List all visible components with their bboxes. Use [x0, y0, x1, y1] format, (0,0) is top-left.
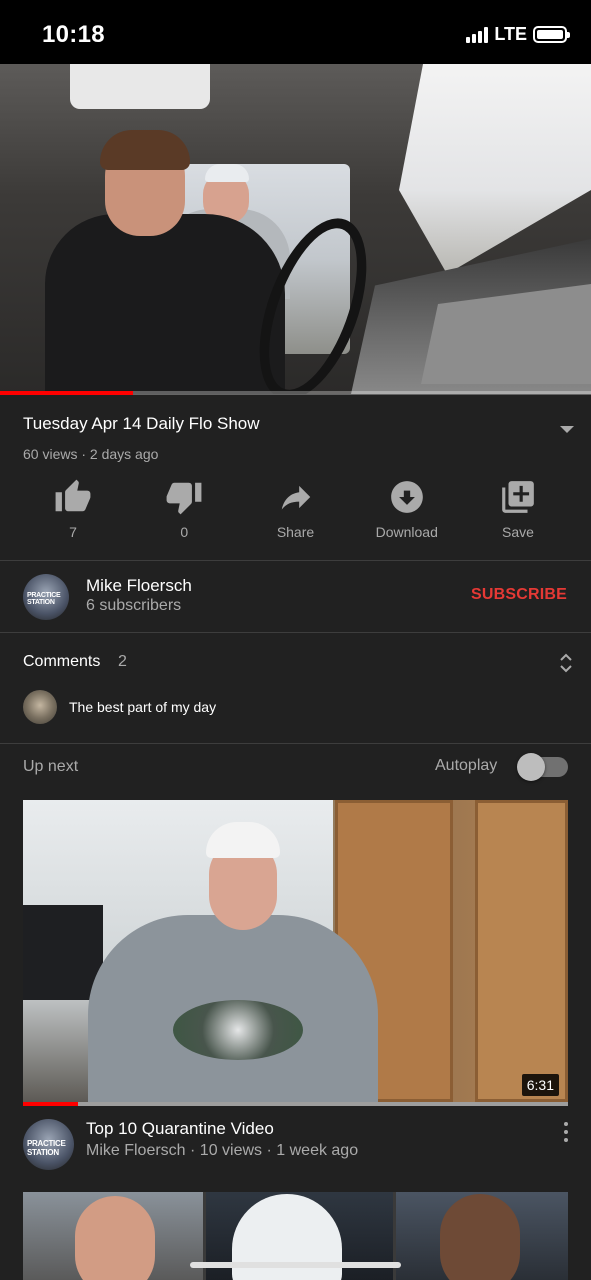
like-button[interactable]: 7 [23, 478, 123, 548]
thumbnail-panel [23, 1192, 203, 1280]
comment-avatar [23, 690, 57, 724]
expand-comments-icon[interactable] [558, 652, 574, 674]
channel-name[interactable]: Mike Floersch [86, 576, 192, 596]
thumbs-up-icon [55, 479, 91, 512]
video-progress-bar[interactable] [0, 391, 591, 395]
thumbs-down-icon [166, 482, 202, 515]
autoplay-label: Autoplay [435, 757, 498, 774]
comments-title[interactable]: Comments [23, 653, 100, 671]
video-progress-fill [0, 391, 133, 395]
up-next-label: Up next [23, 758, 79, 775]
watched-progress-bar [23, 1102, 568, 1106]
action-row: 7 0 Share Download Save [23, 478, 568, 548]
avatar-logo-text: PRACTICE STATION [27, 1139, 66, 1157]
subscribe-button[interactable]: SUBSCRIBE [471, 586, 567, 604]
divider [0, 560, 591, 561]
video-frame-cap [205, 164, 249, 182]
share-button[interactable]: Share [246, 478, 346, 548]
download-icon [390, 481, 423, 513]
next-channel-avatar[interactable]: PRACTICE STATION [23, 1119, 74, 1170]
playlist-add-icon [502, 481, 534, 513]
next-video-meta: Mike Floersch · 10 views · 1 week ago [86, 1142, 359, 1159]
network-type: LTE [494, 24, 527, 44]
comments-count: 2 [118, 653, 127, 670]
dislike-button[interactable]: 0 [134, 478, 234, 548]
thumbnail-monitor [23, 905, 103, 1000]
video-frame-driver [45, 214, 285, 394]
video-duration-badge: 6:31 [521, 1074, 559, 1096]
watched-progress-fill [23, 1102, 78, 1106]
share-label: Share [276, 524, 315, 540]
next-video-title[interactable]: Top 10 Quarantine Video [86, 1119, 274, 1139]
save-label: Save [502, 524, 534, 540]
save-button[interactable]: Save [468, 478, 568, 548]
divider [0, 743, 591, 744]
video-frame-driver-hair [100, 130, 190, 170]
video-title: Tuesday Apr 14 Daily Flo Show [23, 414, 260, 433]
signal-icon [466, 26, 489, 43]
autoplay-toggle[interactable] [517, 753, 568, 781]
thumbnail-face [75, 1196, 155, 1280]
avatar-logo-text: PRACTICE STATION [27, 592, 61, 606]
home-indicator[interactable] [190, 1262, 401, 1268]
download-button[interactable]: Download [357, 478, 457, 548]
next-video-thumbnail[interactable]: 6:31 [23, 800, 568, 1102]
toggle-knob [517, 753, 545, 781]
video-frame-sky [399, 64, 591, 274]
like-count: 7 [69, 524, 77, 540]
video-meta: 60 views · 2 days ago [23, 446, 159, 462]
more-options-icon[interactable] [562, 1122, 570, 1142]
status-bar: 10:18 LTE [0, 0, 591, 64]
battery-icon [533, 26, 570, 43]
divider [0, 632, 591, 633]
dislike-count: 0 [180, 524, 189, 540]
thumbnail-shirt-logo [173, 1000, 303, 1060]
channel-avatar[interactable]: PRACTICE STATION [23, 574, 69, 620]
top-comment[interactable]: The best part of my day [69, 699, 216, 715]
video-player[interactable] [0, 64, 591, 394]
video-frame-sunroof [70, 64, 210, 109]
thumbnail-door [475, 800, 568, 1102]
share-icon [281, 485, 310, 510]
download-label: Download [375, 524, 438, 540]
battery-level [537, 30, 563, 39]
subscriber-count: 6 subscribers [86, 597, 182, 614]
thumbnail-panel [396, 1192, 568, 1280]
expand-description-icon[interactable] [560, 426, 574, 433]
status-indicators: LTE [466, 24, 570, 45]
status-time: 10:18 [42, 21, 105, 48]
thumbnail-face [440, 1194, 520, 1280]
